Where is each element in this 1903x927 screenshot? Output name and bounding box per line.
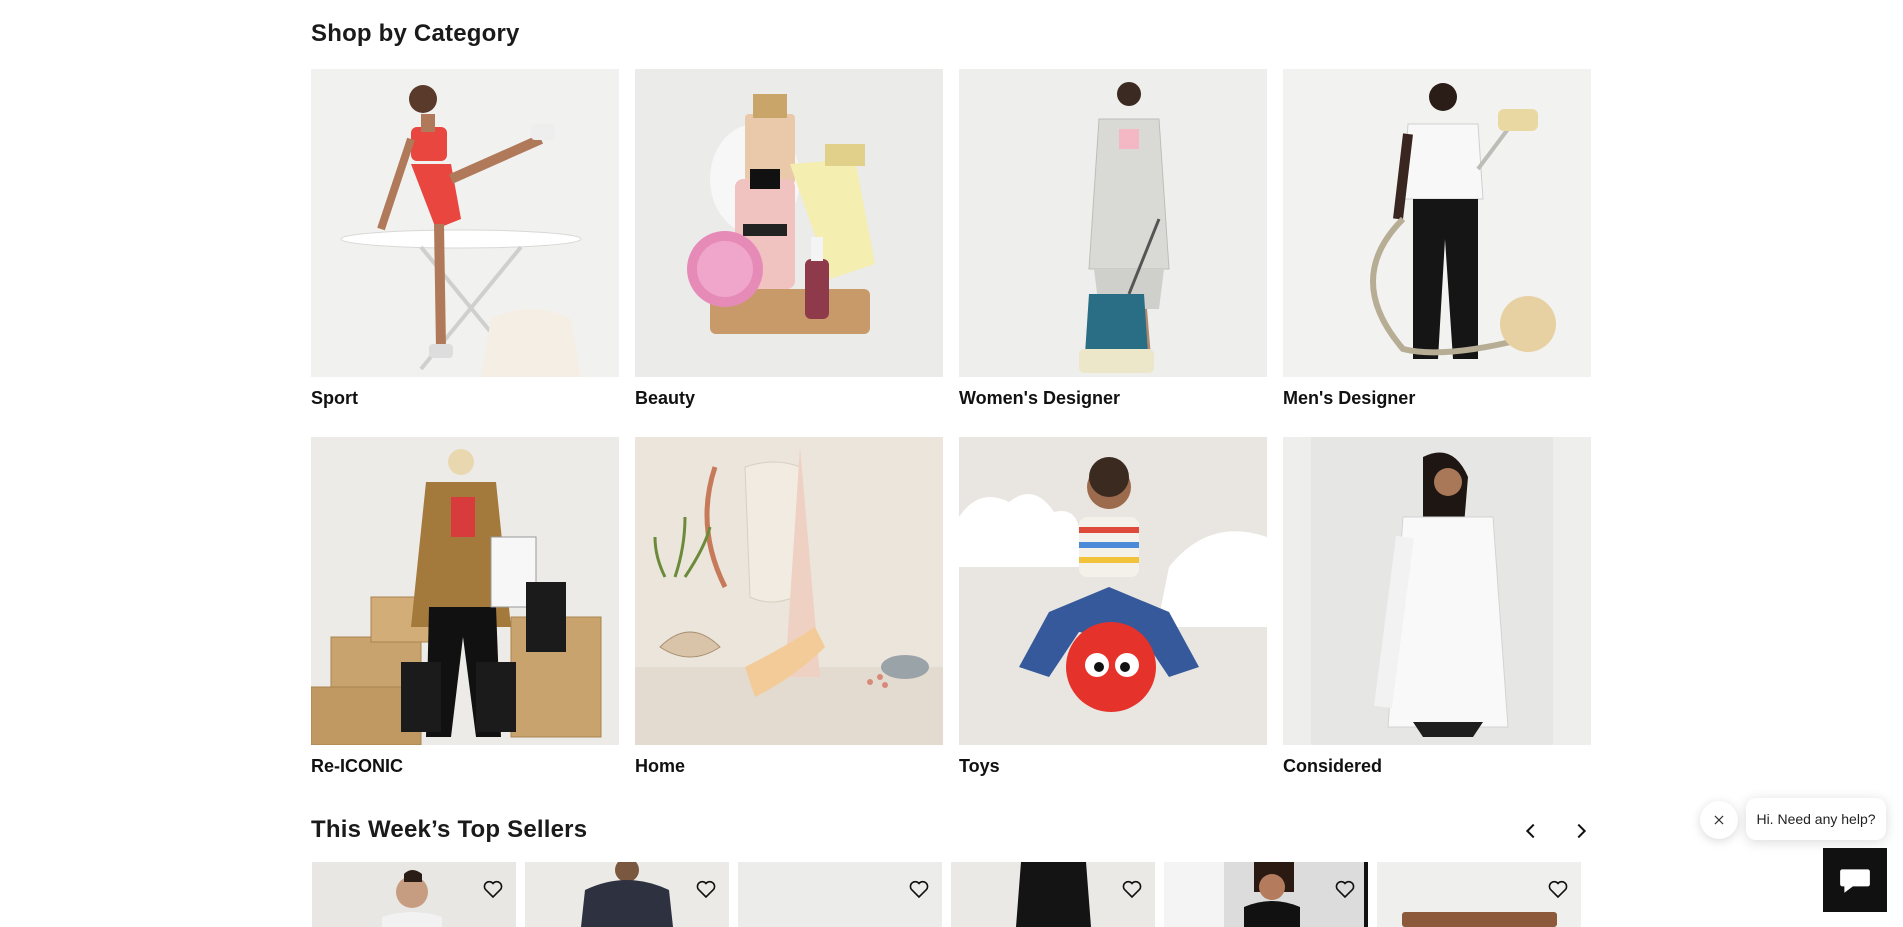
category-label: Re-ICONIC xyxy=(311,756,404,776)
category-card-toys[interactable]: Toys xyxy=(959,437,1267,782)
heart-icon xyxy=(696,880,716,899)
category-card-re-iconic[interactable]: Re-ICONIC xyxy=(311,437,619,782)
product-card[interactable] xyxy=(525,862,729,927)
carousel-prev-button[interactable] xyxy=(1516,816,1546,846)
sport-image xyxy=(311,69,619,377)
chat-launcher-button[interactable] xyxy=(1823,848,1887,912)
category-label: Home xyxy=(635,756,686,776)
category-label: Men's Designer xyxy=(1283,388,1416,408)
considered-image xyxy=(1283,437,1591,745)
chevron-right-icon xyxy=(1577,823,1587,839)
category-card-sport[interactable]: Sport xyxy=(311,69,619,414)
toys-image xyxy=(959,437,1267,745)
close-icon xyxy=(1714,815,1724,825)
category-card-womens-designer[interactable]: Women's Designer xyxy=(959,69,1267,414)
top-sellers-title: This Week’s Top Sellers xyxy=(311,816,588,843)
wishlist-button[interactable] xyxy=(906,876,932,902)
beauty-image xyxy=(635,69,943,377)
heart-icon xyxy=(1548,880,1568,899)
re-iconic-image xyxy=(311,437,619,745)
chevron-left-icon xyxy=(1525,823,1535,839)
wishlist-button[interactable] xyxy=(693,876,719,902)
heart-icon xyxy=(909,880,929,899)
shop-by-category-title: Shop by Category xyxy=(311,20,520,47)
mens-designer-image xyxy=(1283,69,1591,377)
category-card-mens-designer[interactable]: Men's Designer xyxy=(1283,69,1591,414)
category-label: Considered xyxy=(1283,756,1383,776)
product-card[interactable] xyxy=(951,862,1155,927)
chat-icon xyxy=(1840,869,1870,893)
category-card-beauty[interactable]: Beauty xyxy=(635,69,943,414)
category-card-home[interactable]: Home xyxy=(635,437,943,782)
wishlist-button[interactable] xyxy=(1545,876,1571,902)
chat-greeting-bubble[interactable]: Hi. Need any help? xyxy=(1746,798,1886,840)
product-card[interactable] xyxy=(312,862,516,927)
category-label: Women's Designer xyxy=(959,388,1120,408)
wishlist-button[interactable] xyxy=(480,876,506,902)
category-label: Sport xyxy=(311,388,358,408)
category-card-considered[interactable]: Considered xyxy=(1283,437,1591,782)
womens-designer-image xyxy=(959,69,1267,377)
carousel-next-button[interactable] xyxy=(1566,816,1596,846)
heart-icon xyxy=(483,880,503,899)
category-label: Toys xyxy=(959,756,1000,776)
wishlist-button[interactable] xyxy=(1332,876,1358,902)
product-card[interactable] xyxy=(1164,862,1368,927)
wishlist-button[interactable] xyxy=(1119,876,1145,902)
product-card[interactable] xyxy=(738,862,942,927)
home-image xyxy=(635,437,943,745)
heart-icon xyxy=(1335,880,1355,899)
product-card[interactable] xyxy=(1377,862,1581,927)
category-label: Beauty xyxy=(635,388,696,408)
heart-icon xyxy=(1122,880,1142,899)
chat-close-button[interactable] xyxy=(1700,801,1738,839)
